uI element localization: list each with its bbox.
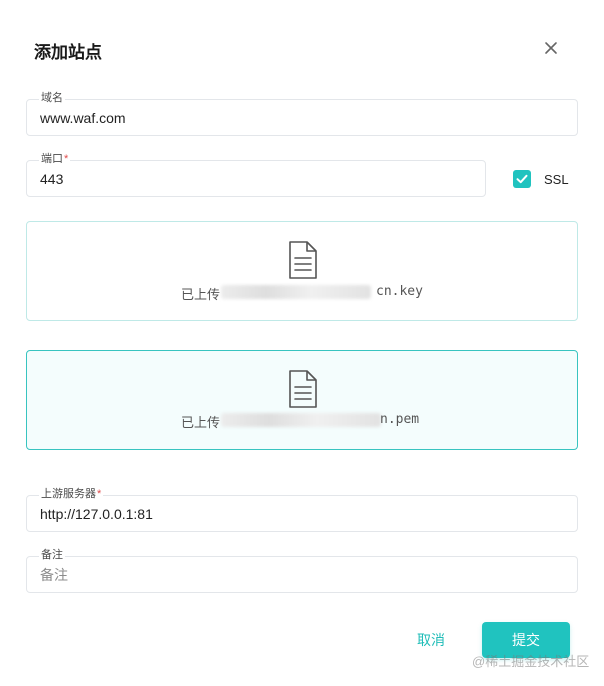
upload-status: 已上传 — [181, 415, 221, 430]
key-upload-area[interactable]: 已上传 cn.key — [26, 221, 578, 321]
port-input[interactable]: 443 — [40, 161, 475, 196]
ssl-toggle[interactable]: SSL — [513, 170, 569, 188]
blurred-filename — [221, 413, 381, 427]
remark-input[interactable]: 备注 — [40, 557, 567, 592]
upload-status: 已上传 — [181, 287, 221, 302]
ssl-label: SSL — [544, 171, 569, 187]
domain-field[interactable]: 域名 www.waf.com — [26, 91, 578, 136]
add-site-dialog: 添加站点 域名 www.waf.com 端口* 443 SSL 已上传 cn.k… — [0, 0, 604, 686]
upstream-input[interactable]: http://127.0.0.1:81 — [40, 496, 567, 531]
cancel-button[interactable]: 取消 — [402, 624, 460, 656]
dialog-title: 添加站点 — [34, 43, 102, 62]
file-document-icon — [287, 369, 319, 414]
key-filename: cn.key — [376, 284, 423, 299]
blurred-filename — [221, 285, 371, 299]
file-document-icon — [287, 240, 319, 285]
port-field[interactable]: 端口* 443 — [26, 152, 486, 197]
upstream-field[interactable]: 上游服务器* http://127.0.0.1:81 — [26, 487, 578, 532]
pem-upload-area[interactable]: 已上传 n.pem — [26, 350, 578, 450]
check-icon — [516, 174, 528, 184]
watermark: @稀土掘金技术社区 — [472, 654, 590, 669]
ssl-checkbox[interactable] — [513, 170, 531, 188]
pem-filename: n.pem — [380, 412, 420, 427]
remark-field[interactable]: 备注 备注 — [26, 548, 578, 593]
domain-input[interactable]: www.waf.com — [40, 100, 567, 135]
close-icon[interactable] — [541, 38, 561, 58]
